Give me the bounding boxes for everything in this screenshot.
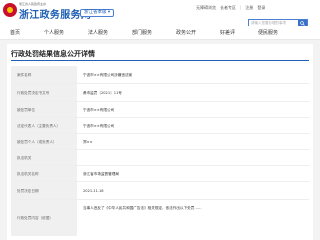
page-title: 行政处罚结果信息公开详情 [11,50,95,58]
detail-row: 被处罚单位 宁波市××有限公司 [11,102,309,118]
main-nav: 首页 个人服务 法人服务 部门服务 政务公开 好差评 便民服务 [0,26,320,40]
row-label: 处罚决定日期 [17,189,39,193]
row-label: 被处罚单位 [17,108,35,112]
row-label-cell: 行政处罚内容（依据） [11,200,77,236]
row-label: 行政处罚内容（依据） [17,216,53,220]
row-value: 2021.11.16 [83,189,104,193]
title-divider [11,60,309,61]
row-label: 行政处罚决定书文号 [17,91,50,95]
row-label-cell: 行政处罚决定书文号 [11,84,77,101]
emblem-icon[interactable] [3,3,17,17]
row-label: 案件名称 [17,73,32,77]
search-placeholder: 请输入您要办理的事项 [251,21,286,25]
detail-row: 执法机关 [11,150,309,166]
row-value: 当事人违反了《中华人民共和国广告法》相关规定，依法作出以下处罚…… [83,206,202,210]
region-select[interactable]: 浙江省本级 ▾ [80,9,115,17]
row-value: 浙江省市场监督管理局 [83,172,119,176]
login-link[interactable]: 登录 [257,5,265,11]
row-label-cell: 案件名称 [11,66,77,83]
row-value: 宁波市××有限公司涉嫌违法案 [83,73,133,77]
detail-row: 案件名称 宁波市××有限公司涉嫌违法案 [11,66,309,84]
nav-corporate[interactable]: 法人服务 [88,29,108,36]
row-value: 宁波市××有限公司 [83,108,115,112]
row-value: 郑×× [83,140,93,144]
row-label: 法定代表人（主要负责人） [17,124,61,128]
row-label: 被处罚个人（或负责人） [17,140,57,144]
row-label: 执法机关名称 [17,172,39,176]
elderly-link[interactable]: 长者专区 [220,5,236,11]
row-label-cell: 法定代表人（主要负责人） [11,118,77,133]
register-link[interactable]: 注册 [245,5,253,11]
row-label: 执法机关 [17,156,32,160]
detail-card: 行政处罚结果信息公开详情 案件名称 宁波市××有限公司涉嫌违法案 行政处罚决定书… [7,44,313,240]
nav-convenience[interactable]: 便民服务 [258,29,278,36]
site-header: 浙江省人民政府主办 浙江政务服务网 浙江省本级 ▾ 无障碍浏览 长者专区 | 注… [0,0,320,27]
nav-department[interactable]: 部门服务 [132,29,152,36]
row-label-cell: 被处罚个人（或负责人） [11,134,77,149]
row-label-cell: 执法机关名称 [11,166,77,181]
detail-row: 被处罚个人（或负责人） 郑×× [11,134,309,150]
row-value: 宁波市××有限公司 [83,124,115,128]
row-label-cell: 执法机关 [11,150,77,165]
nav-personal[interactable]: 个人服务 [44,29,64,36]
nav-feedback[interactable]: 好差评 [220,29,235,36]
row-label-cell: 被处罚单位 [11,102,77,117]
top-links: 无障碍浏览 长者专区 | 注册 登录 [196,5,265,11]
detail-row: 法定代表人（主要负责人） 宁波市××有限公司 [11,118,309,134]
detail-row: 行政处罚内容（依据） 当事人违反了《中华人民共和国广告法》相关规定，依法作出以下… [11,200,309,236]
row-label-cell: 处罚决定日期 [11,182,77,199]
row-value: 甬市监罚〔2021〕11号 [83,91,122,95]
link-separator: | [240,5,242,10]
search-icon [300,20,305,26]
detail-row: 行政处罚决定书文号 甬市监罚〔2021〕11号 [11,84,309,102]
nav-home[interactable]: 首页 [10,29,20,36]
detail-row: 执法机关名称 浙江省市场监督管理局 [11,166,309,182]
detail-row: 处罚决定日期 2021.11.16 [11,182,309,200]
nav-public-affairs[interactable]: 政务公开 [176,29,196,36]
accessibility-link[interactable]: 无障碍浏览 [196,5,216,11]
